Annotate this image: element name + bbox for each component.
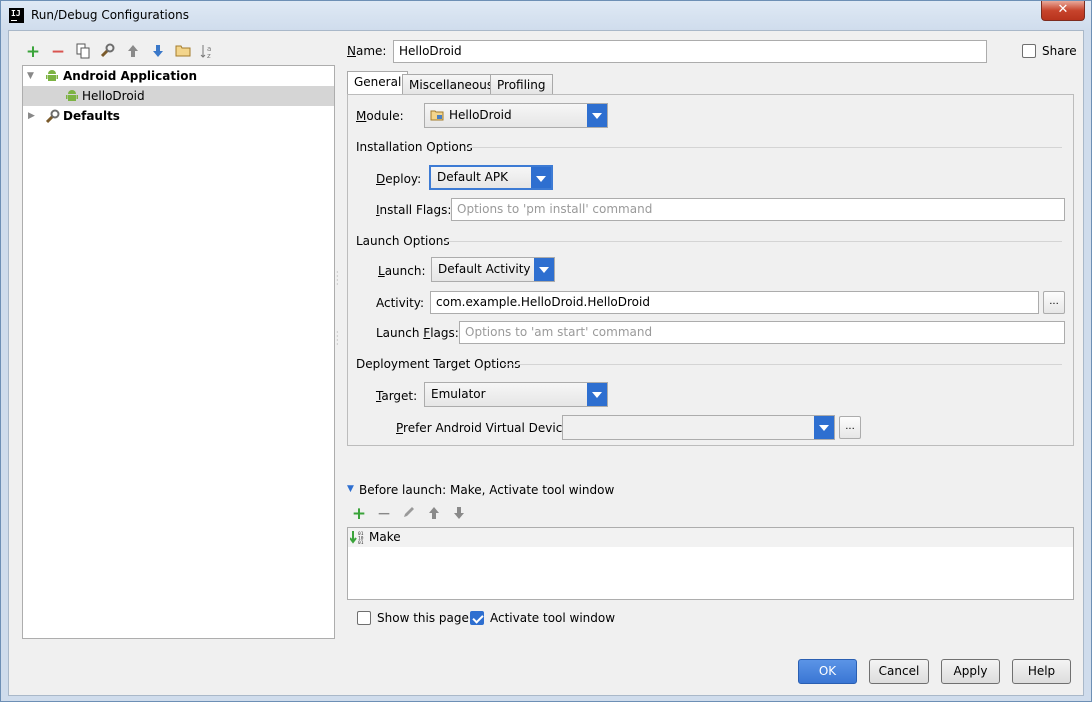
close-button[interactable]: ✕ <box>1041 1 1085 21</box>
tab-profiling[interactable]: Profiling <box>490 74 553 96</box>
ok-button[interactable]: OK <box>798 659 857 684</box>
tree-item-defaults[interactable]: ▶ Defaults <box>23 106 334 126</box>
prefer-avd-select[interactable] <box>562 415 835 440</box>
chevron-down-icon[interactable] <box>814 416 834 439</box>
edit-defaults-icon[interactable] <box>99 43 117 61</box>
move-task-up-icon[interactable] <box>425 505 443 523</box>
before-launch-title[interactable]: Before launch: Make, Activate tool windo… <box>359 483 614 497</box>
installation-options-title: Installation Options <box>356 140 473 154</box>
window-title: Run/Debug Configurations <box>31 8 189 22</box>
edit-task-icon[interactable] <box>400 505 418 523</box>
move-task-down-icon[interactable] <box>450 505 468 523</box>
tree-item-label: HelloDroid <box>82 89 145 103</box>
add-configuration-icon[interactable]: + <box>24 43 42 61</box>
defaults-wrench-icon <box>45 109 60 124</box>
target-select-value: Emulator <box>431 387 486 401</box>
launch-select[interactable]: Default Activity <box>431 257 555 282</box>
launch-flags-input[interactable]: Options to 'am start' command <box>459 321 1065 344</box>
chevron-down-icon[interactable] <box>531 167 551 188</box>
move-up-icon[interactable] <box>124 43 142 61</box>
deploy-select[interactable]: Default APK <box>429 165 553 190</box>
module-select[interactable]: HelloDroid <box>424 103 608 128</box>
splitter-handle[interactable]: · · · · <box>336 269 340 289</box>
launch-select-value: Default Activity <box>438 262 531 276</box>
activity-input[interactable]: com.example.HelloDroid.HelloDroid <box>430 291 1039 314</box>
share-checkbox[interactable] <box>1022 44 1036 58</box>
install-flags-input[interactable]: Options to 'pm install' command <box>451 198 1065 221</box>
section-divider <box>504 364 1062 365</box>
section-divider <box>466 147 1062 148</box>
tree-item-label: Android Application <box>63 69 198 83</box>
collapse-triangle-icon[interactable]: ▶ <box>28 106 38 126</box>
share-label: Share <box>1042 44 1077 58</box>
collapse-triangle-icon[interactable]: ▼ <box>347 484 354 494</box>
intellij-app-icon: IJ <box>9 8 24 23</box>
tree-item-hellodroid[interactable]: HelloDroid <box>23 86 334 106</box>
title-bar: IJ Run/Debug Configurations ✕ <box>1 1 1091 30</box>
module-select-value: HelloDroid <box>449 108 512 122</box>
chevron-down-icon[interactable] <box>534 258 554 281</box>
activity-label: Activity: <box>376 296 425 310</box>
android-icon <box>45 69 59 83</box>
help-button[interactable]: Help <box>1012 659 1071 684</box>
list-item[interactable]: 01 10 01 Make <box>348 528 1073 547</box>
launch-flags-label: Launch Flags: <box>376 326 459 340</box>
apply-button[interactable]: Apply <box>941 659 1000 684</box>
dialog-content: + − az ▼ Android Application HelloDroid … <box>8 30 1084 696</box>
tree-item-label: Defaults <box>63 109 120 123</box>
install-flags-label: Install Flags: <box>376 203 452 217</box>
cancel-button[interactable]: Cancel <box>869 659 929 684</box>
chevron-down-icon[interactable] <box>587 104 607 127</box>
module-label: Module: <box>356 109 404 123</box>
svg-text:z: z <box>207 52 211 59</box>
svg-text:01: 01 <box>358 540 364 545</box>
show-this-page-checkbox[interactable] <box>357 611 371 625</box>
copy-configuration-icon[interactable] <box>74 43 92 61</box>
remove-configuration-icon[interactable]: − <box>49 43 67 61</box>
move-down-icon[interactable] <box>149 43 167 61</box>
folder-icon[interactable] <box>174 43 192 61</box>
add-task-icon[interactable]: + <box>350 505 368 523</box>
configuration-tree[interactable]: ▼ Android Application HelloDroid ▶ Defau… <box>22 65 335 639</box>
tab-miscellaneous[interactable]: Miscellaneous <box>402 74 501 96</box>
section-divider <box>444 241 1062 242</box>
name-label: Name: <box>347 44 387 58</box>
module-folder-icon <box>430 110 444 121</box>
before-launch-list[interactable]: 01 10 01 Make <box>347 527 1074 600</box>
target-label: Target: <box>376 389 418 403</box>
show-this-page-label: Show this page <box>377 611 469 625</box>
tab-general[interactable]: General <box>347 71 409 95</box>
name-input[interactable]: HelloDroid <box>393 40 987 63</box>
activate-tool-window-checkbox[interactable] <box>470 611 484 625</box>
activity-browse-button[interactable]: ... <box>1043 291 1065 314</box>
expand-triangle-icon[interactable]: ▼ <box>27 66 37 86</box>
splitter-handle[interactable]: · · · · <box>336 329 340 349</box>
deploy-select-value: Default APK <box>437 170 508 184</box>
make-icon: 01 10 01 <box>350 531 364 545</box>
remove-task-icon[interactable]: − <box>375 505 393 523</box>
dialog-window: IJ Run/Debug Configurations ✕ + − az ▼ A… <box>0 0 1092 702</box>
launch-options-title: Launch Options <box>356 234 450 248</box>
activate-tool-window-label: Activate tool window <box>490 611 616 625</box>
prefer-avd-label: Prefer Android Virtual Device: <box>396 421 574 435</box>
launch-label: Launch: <box>378 264 426 278</box>
chevron-down-icon[interactable] <box>587 383 607 406</box>
deploy-label: Deploy: <box>376 172 422 186</box>
list-item-label: Make <box>369 530 401 544</box>
general-tab-panel: Module: HelloDroid Installation Options … <box>347 94 1074 446</box>
target-select[interactable]: Emulator <box>424 382 608 407</box>
avd-manager-button[interactable]: ... <box>839 416 861 439</box>
android-icon <box>65 89 79 103</box>
tree-item-android-application[interactable]: ▼ Android Application <box>23 66 334 86</box>
sort-icon[interactable]: az <box>199 43 217 61</box>
deployment-target-title: Deployment Target Options <box>356 357 521 371</box>
